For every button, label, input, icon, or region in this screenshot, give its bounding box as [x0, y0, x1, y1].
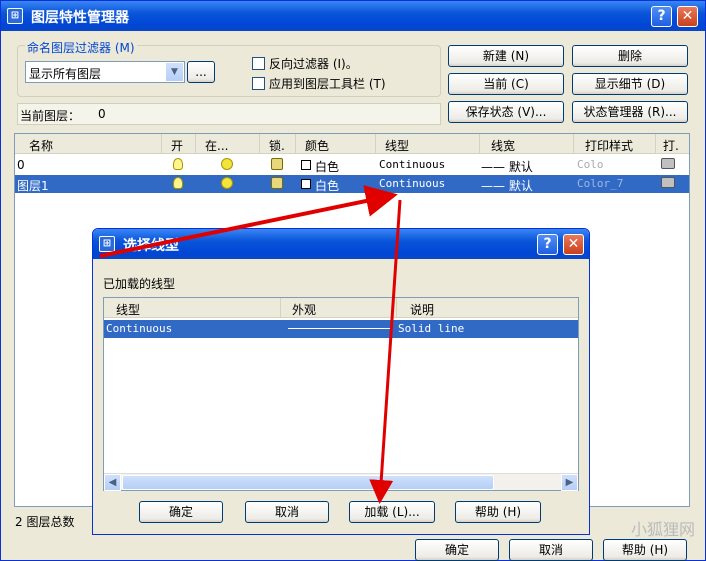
loaded-linetypes-label: 已加载的线型	[103, 277, 176, 291]
table-row[interactable]: 0 白色 Continuous —— 默认 Colo	[15, 156, 689, 174]
help-icon[interactable]: ?	[651, 6, 672, 27]
col-freeze[interactable]: 在...	[205, 137, 228, 154]
filter-select[interactable]: 显示所有图层 ▼	[25, 61, 185, 83]
layer-lineweight[interactable]: —— 默认	[481, 158, 533, 175]
linetype-list-header: 线型 外观 说明	[104, 298, 578, 318]
printer-icon[interactable]	[661, 177, 675, 191]
filter-value: 显示所有图层	[29, 67, 102, 81]
layer-manager-icon: ⊞	[7, 8, 23, 24]
help-icon[interactable]: ?	[537, 234, 558, 255]
linetype-preview	[288, 328, 392, 329]
close-icon[interactable]: ✕	[563, 234, 584, 255]
current-layer-bar: 当前图层： 0	[17, 103, 441, 125]
col-lock[interactable]: 锁.	[269, 137, 285, 154]
layer-plotstyle: Colo	[577, 158, 604, 171]
col-plotstyle[interactable]: 打印样式	[585, 137, 633, 154]
layer-linetype[interactable]: Continuous	[379, 177, 445, 190]
linetype-name: Continuous	[106, 322, 173, 335]
dialog-ok-button[interactable]: 确定	[139, 501, 223, 523]
dialog-title: 选择线型	[123, 238, 179, 254]
layer-color: 白色	[315, 179, 340, 193]
lock-icon[interactable]	[271, 177, 283, 192]
dialog-icon: ⊞	[99, 236, 115, 252]
color-swatch[interactable]	[301, 177, 311, 191]
chevron-down-icon[interactable]: ▼	[166, 63, 183, 81]
table-row[interactable]: Continuous Solid line	[104, 320, 578, 338]
col-linetype[interactable]: 线型	[116, 301, 140, 318]
filter-group-label: 命名图层过滤器 (M)	[25, 39, 137, 56]
apply-toolbar-checkbox[interactable]	[252, 77, 265, 90]
help-button[interactable]: 帮助 (H)	[603, 539, 687, 561]
col-linetype[interactable]: 线型	[385, 137, 409, 154]
apply-toolbar-label: 应用到图层工具栏 (T)	[269, 77, 386, 91]
col-appearance[interactable]: 外观	[292, 301, 316, 318]
table-row[interactable]: 图层1 白色 Continuous —— 默认 Color_7	[15, 175, 689, 193]
current-layer-value: 0	[98, 107, 106, 121]
window-title: 图层特性管理器	[31, 10, 129, 26]
bulb-icon[interactable]	[173, 177, 183, 192]
layer-linetype[interactable]: Continuous	[379, 158, 445, 171]
col-name[interactable]: 名称	[29, 137, 53, 154]
load-button[interactable]: 加载 (L)...	[349, 501, 435, 523]
color-swatch[interactable]	[301, 158, 311, 172]
cancel-button[interactable]: 取消	[509, 539, 593, 561]
linetype-list[interactable]: 线型 外观 说明 Continuous Solid line ◀ ▶	[103, 297, 579, 491]
dialog-help-button[interactable]: 帮助 (H)	[455, 501, 541, 523]
col-plot[interactable]: 打.	[663, 137, 679, 154]
layer-name: 0	[17, 158, 25, 172]
bulb-icon[interactable]	[173, 158, 183, 173]
set-current-button[interactable]: 当前 (C)	[448, 73, 564, 95]
layer-count: 2 图层总数	[15, 515, 75, 529]
state-manager-button[interactable]: 状态管理器 (R)...	[572, 101, 688, 123]
col-color[interactable]: 颜色	[305, 137, 329, 154]
col-description[interactable]: 说明	[410, 301, 434, 318]
linetype-description: Solid line	[398, 322, 465, 335]
layer-plotstyle: Color_7	[577, 177, 624, 190]
layer-lineweight[interactable]: —— 默认	[481, 177, 533, 194]
layer-color: 白色	[315, 160, 340, 174]
save-state-button[interactable]: 保存状态 (V)...	[448, 101, 564, 123]
dialog-title-bar[interactable]: ⊞ 选择线型 ? ✕	[93, 229, 589, 259]
printer-icon[interactable]	[661, 158, 675, 172]
ok-button[interactable]: 确定	[415, 539, 499, 561]
scroll-thumb[interactable]	[122, 475, 494, 490]
select-linetype-dialog: ⊞ 选择线型 ? ✕ 已加载的线型 线型 外观 说明 Continuous So…	[92, 228, 590, 535]
current-layer-label: 当前图层：	[20, 109, 81, 123]
watermark: 小狐狸网	[630, 520, 695, 539]
col-lineweight[interactable]: 线宽	[491, 137, 515, 154]
horizontal-scrollbar[interactable]: ◀ ▶	[104, 473, 578, 491]
lock-icon[interactable]	[271, 158, 283, 173]
reverse-filter-checkbox[interactable]	[252, 57, 265, 70]
delete-layer-button[interactable]: 删除	[572, 45, 688, 67]
scroll-left-icon[interactable]: ◀	[104, 474, 121, 491]
layer-table-header: 名称 开 在... 锁. 颜色 线型 线宽 打印样式 打.	[15, 134, 689, 154]
show-details-button[interactable]: 显示细节 (D)	[572, 73, 688, 95]
scroll-right-icon[interactable]: ▶	[561, 474, 578, 491]
reverse-filter-label: 反向过滤器 (I)。	[269, 57, 358, 71]
new-layer-button[interactable]: 新建 (N)	[448, 45, 564, 67]
filter-browse-button[interactable]: ...	[187, 61, 215, 83]
layer-name: 图层1	[17, 179, 49, 193]
sun-icon[interactable]	[221, 177, 233, 192]
col-on[interactable]: 开	[171, 137, 183, 154]
main-title-bar[interactable]: ⊞ 图层特性管理器 ? ✕	[1, 1, 705, 31]
dialog-cancel-button[interactable]: 取消	[245, 501, 329, 523]
close-icon[interactable]: ✕	[677, 6, 698, 27]
sun-icon[interactable]	[221, 158, 233, 173]
